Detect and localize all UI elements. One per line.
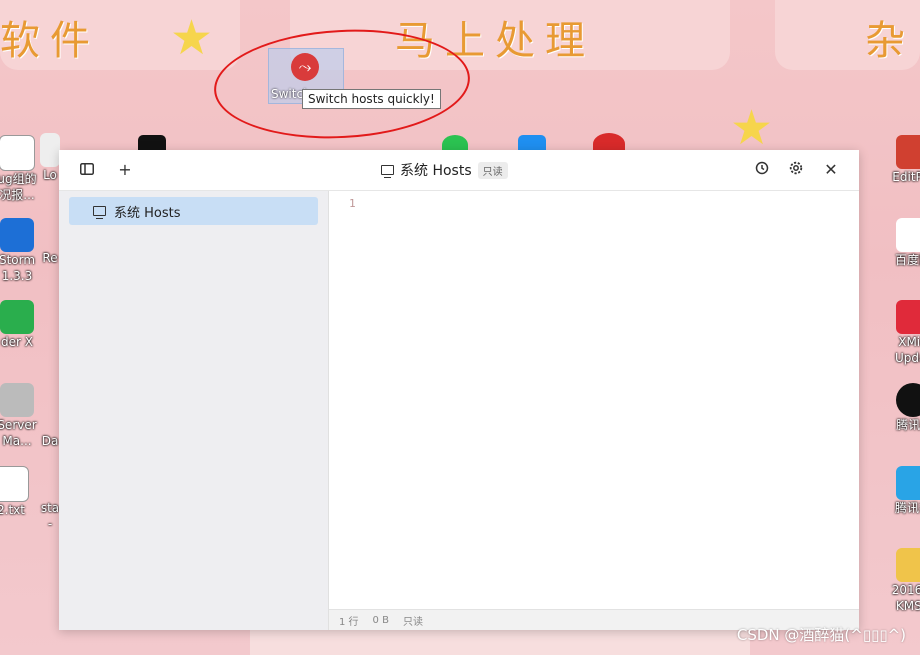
desktop-icon-folder[interactable]: 2016秋 KMSA: [878, 548, 920, 614]
star-decoration: ★: [170, 10, 214, 66]
desktop-icon-label: 百度网: [894, 253, 920, 267]
monitor-icon: [381, 165, 394, 178]
desktop-icon-label: Server: [0, 418, 37, 432]
close-button[interactable]: ✕: [819, 158, 843, 182]
sidebar-item-label: 系统 Hosts: [114, 205, 181, 221]
qq-icon: [896, 383, 920, 417]
wallpaper-decoration: [250, 630, 750, 655]
hbuilder-icon: [0, 300, 34, 334]
baidu-netdisk-icon: [896, 218, 920, 252]
history-icon: [755, 161, 769, 175]
desktop-icon-label: XMin: [898, 335, 920, 349]
status-bytes: 0 B: [372, 614, 389, 626]
desktop-icon-label: KMSA: [895, 599, 920, 613]
desktop-icon-hbuilder[interactable]: der X: [0, 300, 52, 350]
text-file-icon: [0, 466, 29, 502]
annotation-circle: [211, 23, 473, 145]
editplus-icon: [896, 135, 920, 169]
xmind-icon: [896, 300, 920, 334]
file-icon: [40, 133, 60, 167]
csdn-watermark: CSDN @酒醉猫(^▯▯▯^): [736, 626, 906, 644]
line-number: 1: [349, 197, 356, 210]
desktop-icon-label: 况报...: [0, 188, 35, 202]
desktop-icon-label: 1.3.3: [1, 269, 33, 283]
tencent-video-icon: [896, 466, 920, 500]
titlebar: + 系统 Hosts 只读 ✕: [59, 150, 859, 191]
desktop-icon-label: 腾讯视: [894, 501, 920, 515]
desktop-icon-label: Updat: [894, 351, 920, 365]
hosts-editor[interactable]: 1: [329, 191, 859, 609]
add-hosts-button[interactable]: +: [113, 158, 137, 182]
status-lines: 1 行: [339, 616, 359, 628]
desktop-icon-editplus[interactable]: EditPlu: [878, 135, 920, 185]
desktop-icon-label: EditPlu: [892, 170, 920, 184]
desktop-icon-label: 腾讯Q: [896, 418, 920, 432]
history-button[interactable]: [750, 158, 774, 182]
settings-button[interactable]: [784, 158, 808, 182]
tools-icon: [0, 383, 34, 417]
switchhosts-window: + 系统 Hosts 只读 ✕ 系统 Hosts 1 1 行 0 B 只读: [59, 150, 859, 630]
status-mode: 只读: [402, 616, 423, 628]
banner-text-software: 软件: [0, 18, 100, 64]
desktop-icon-baidu[interactable]: 百度网: [878, 218, 920, 268]
desktop-icon-label: 2016秋: [891, 583, 920, 597]
sidebar-icon: [80, 163, 94, 175]
desktop-icon-xmind[interactable]: XMin Updat: [878, 300, 920, 366]
window-title-text: 系统 Hosts: [400, 163, 472, 179]
hosts-sidebar: 系统 Hosts: [59, 191, 329, 630]
sidebar-item-system-hosts[interactable]: 系统 Hosts: [69, 197, 318, 225]
folder-icon: [896, 548, 920, 582]
readonly-badge: 只读: [477, 161, 508, 179]
gear-icon: [789, 161, 803, 175]
star-decoration: ★: [730, 100, 774, 156]
desktop-icon-label: der X: [1, 335, 33, 349]
toggle-sidebar-button[interactable]: [75, 158, 99, 182]
banner-text-misc: 杂: [865, 18, 915, 64]
desktop-icon-tencent-video[interactable]: 腾讯视: [878, 466, 920, 516]
monitor-icon: [93, 206, 106, 219]
desktop-icon-qq[interactable]: 腾讯Q: [878, 383, 920, 433]
webstorm-icon: [0, 218, 34, 252]
banner-card-right: 杂: [775, 0, 920, 70]
window-title: 系统 Hosts 只读: [381, 160, 508, 180]
